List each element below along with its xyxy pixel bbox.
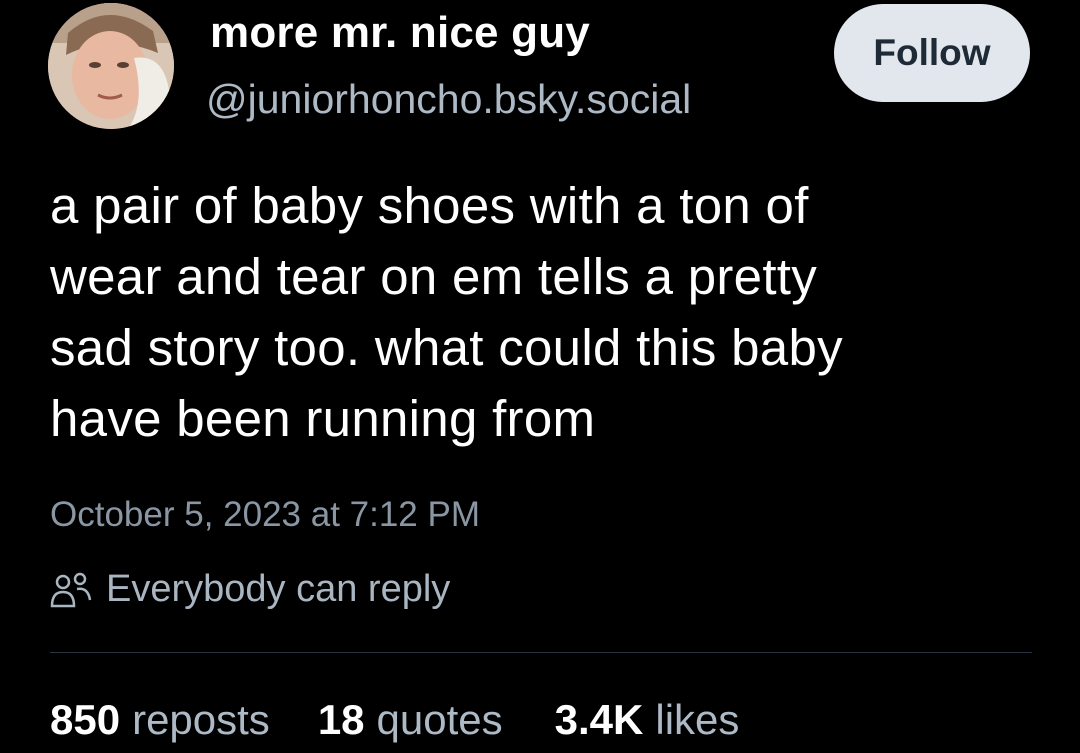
divider bbox=[50, 652, 1032, 653]
reposts-label: reposts bbox=[132, 696, 270, 743]
reposts-count: 850 bbox=[50, 696, 121, 743]
reply-setting: Everybody can reply bbox=[50, 568, 450, 611]
likes-count: 3.4K bbox=[554, 696, 644, 743]
author-avatar[interactable] bbox=[48, 3, 174, 129]
quotes-stat[interactable]: 18 quotes bbox=[318, 696, 503, 744]
reply-setting-label: Everybody can reply bbox=[106, 568, 451, 610]
reposts-stat[interactable]: 850 reposts bbox=[50, 696, 270, 744]
post-text: a pair of baby shoes with a ton of wear … bbox=[50, 177, 843, 447]
people-icon bbox=[50, 570, 94, 610]
avatar-image bbox=[48, 3, 174, 129]
follow-button[interactable]: Follow bbox=[834, 4, 1030, 102]
post-stats: 850 reposts 18 quotes 3.4K likes bbox=[50, 696, 739, 744]
author-display-name[interactable]: more mr. nice guy bbox=[210, 8, 590, 58]
likes-label: likes bbox=[655, 696, 740, 743]
post-timestamp[interactable]: October 5, 2023 at 7:12 PM bbox=[50, 495, 480, 535]
quotes-count: 18 bbox=[317, 696, 365, 743]
likes-stat[interactable]: 3.4K likes bbox=[555, 696, 740, 744]
author-handle[interactable]: @juniorhoncho.bsky.social bbox=[206, 76, 691, 123]
quotes-label: quotes bbox=[376, 696, 503, 743]
post-card: more mr. nice guy @juniorhoncho.bsky.soc… bbox=[0, 0, 1080, 753]
